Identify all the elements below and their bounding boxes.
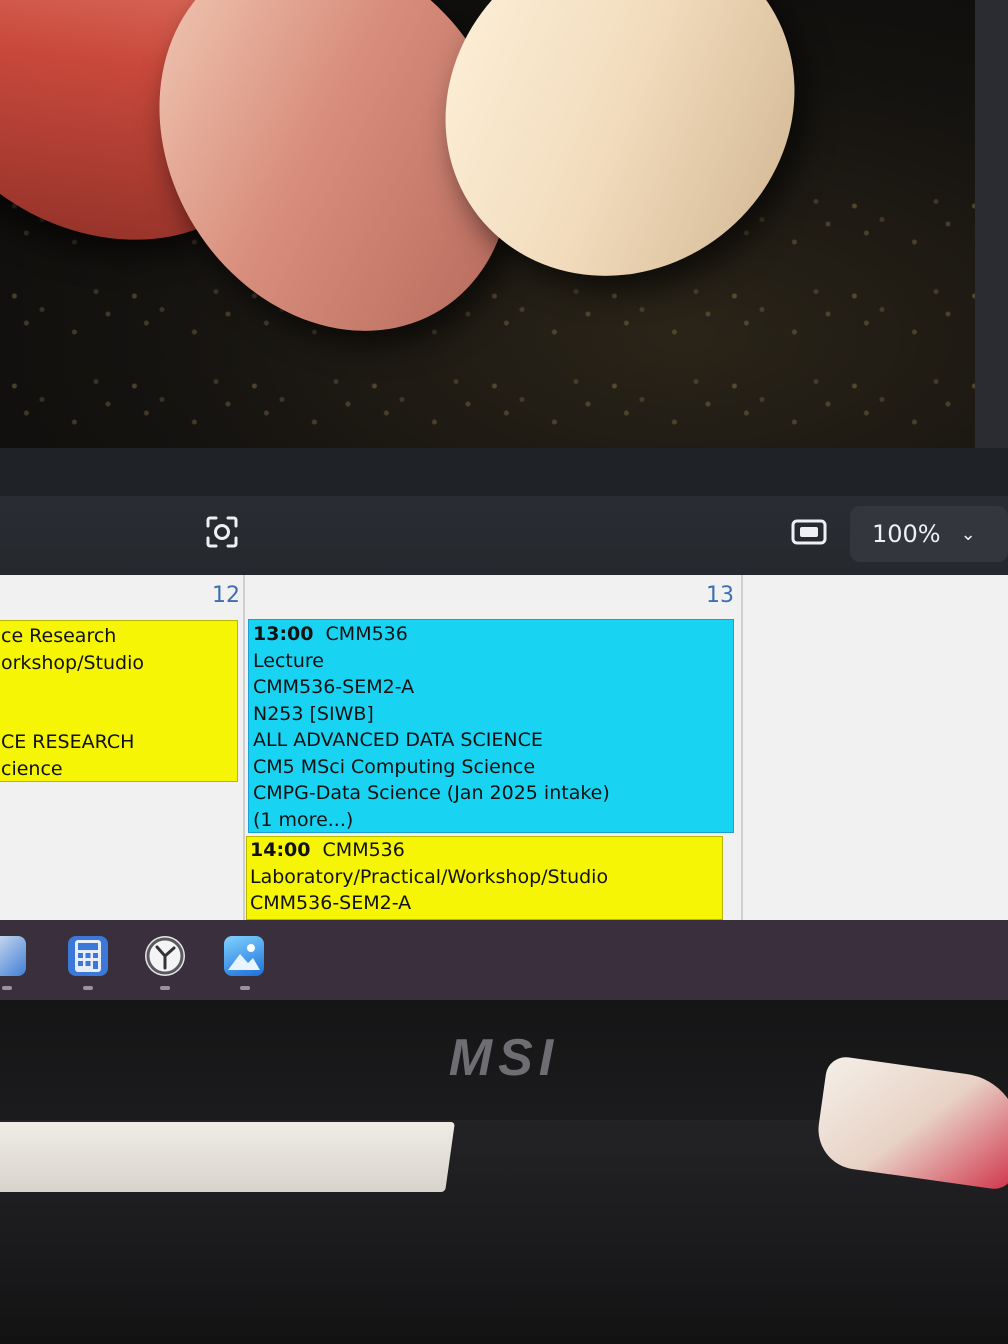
- fit-to-window-button[interactable]: [786, 512, 832, 552]
- event-line: CE RESEARCH: [1, 731, 135, 753]
- running-indicator: [83, 986, 93, 990]
- event-module-code: CMM536: [322, 839, 405, 861]
- calculator-icon[interactable]: [68, 936, 108, 976]
- zoom-level-value: 100%: [872, 520, 941, 548]
- event-cohort: CMPG-Data Science (Jan 2025 intake): [253, 782, 610, 804]
- event-group: CMM536-SEM2-A: [253, 676, 415, 698]
- photos-glyph: [228, 944, 260, 970]
- crop-focus-icon: [206, 516, 238, 548]
- pen-app-icon[interactable]: [0, 936, 26, 976]
- event-module-code: CMM536: [325, 623, 408, 645]
- running-indicator: [2, 986, 12, 990]
- event-line: [1, 676, 237, 703]
- zoom-level-dropdown[interactable]: 100% ⌄: [850, 506, 1008, 562]
- day-number-12: 12: [212, 583, 240, 608]
- clock-glyph: [146, 937, 184, 975]
- event-type: Lecture: [253, 649, 324, 672]
- day-divider: [243, 575, 245, 920]
- event-line: cience: [1, 757, 63, 780]
- viewer-canvas-margin: [975, 0, 1008, 448]
- event-day12-workshop[interactable]: ce Research orkshop/Studio CE RESEARCH c…: [0, 620, 238, 782]
- event-time: 13:00: [253, 623, 314, 645]
- event-group: CMM536-SEM2-A: [250, 892, 412, 914]
- event-cmm536-lecture[interactable]: 13:00 CMM536 Lecture CMM536-SEM2-A N253 …: [248, 619, 734, 833]
- crop-focus-button[interactable]: [200, 512, 244, 552]
- event-header: 13:00 CMM536: [253, 621, 733, 648]
- event-type: Laboratory/Practical/Workshop/Studio: [250, 865, 609, 888]
- event-cmm536-lab[interactable]: 14:00 CMM536 Laboratory/Practical/Worksh…: [246, 836, 723, 920]
- event-line: ce Research: [1, 625, 117, 647]
- event-cohort: CM5 MSci Computing Science: [253, 755, 536, 778]
- photo-viewer-image: [0, 0, 975, 448]
- event-more-link[interactable]: (1 more...): [253, 807, 733, 833]
- event-cohort: ALL ADVANCED DATA SCIENCE: [253, 729, 543, 751]
- paper-on-desk: [0, 1122, 455, 1192]
- event-line: [1, 703, 237, 730]
- clock-icon[interactable]: [145, 936, 185, 976]
- photos-icon[interactable]: [224, 936, 264, 976]
- day-divider: [741, 575, 743, 920]
- viewer-canvas-bottom: [0, 448, 1008, 496]
- running-indicator: [160, 986, 170, 990]
- calculator-glyph: [75, 940, 101, 972]
- event-time: 14:00: [250, 839, 311, 861]
- day-number-13: 13: [706, 583, 734, 608]
- event-room: N253 [SIWB]: [253, 702, 374, 725]
- running-indicator: [240, 986, 250, 990]
- fit-screen-icon: [791, 519, 827, 545]
- event-header: 14:00 CMM536: [250, 837, 722, 864]
- chevron-down-icon: ⌄: [960, 523, 976, 545]
- event-line: orkshop/Studio: [1, 651, 144, 674]
